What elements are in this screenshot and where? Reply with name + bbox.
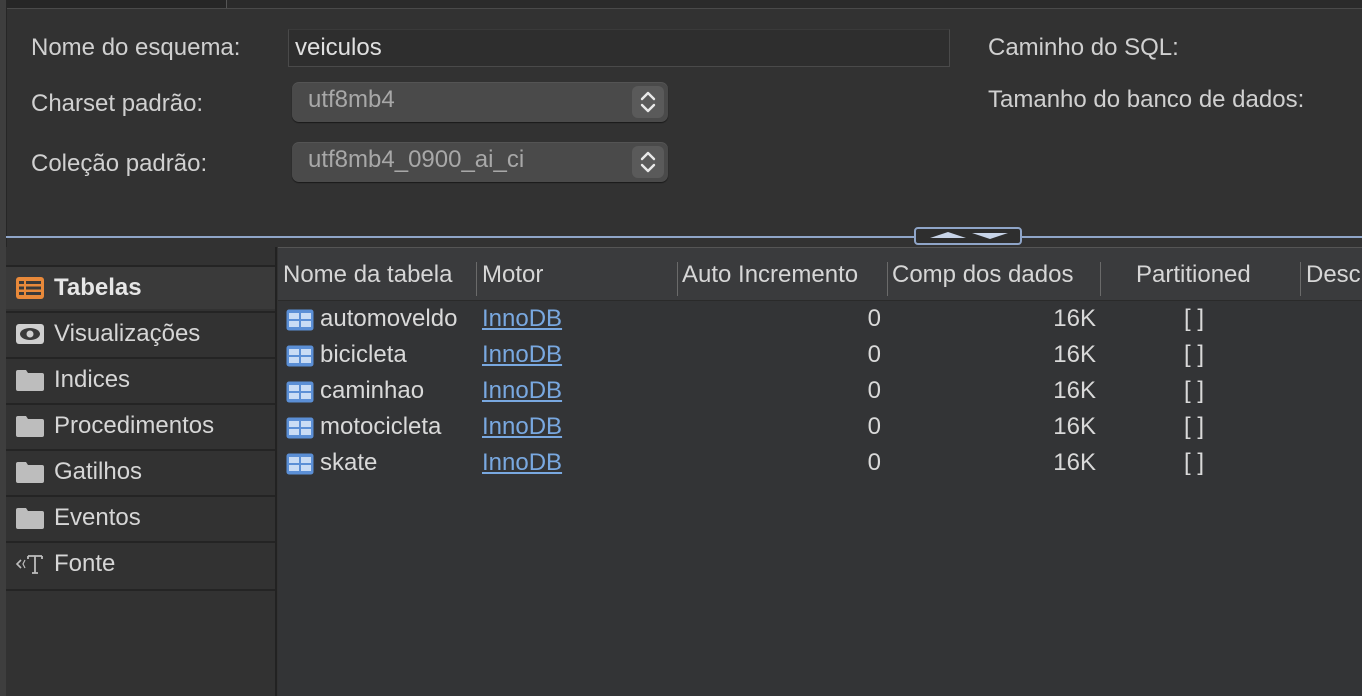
data-length-cell: 16K	[1053, 341, 1096, 368]
charset-label: Charset padrão:	[31, 90, 204, 117]
db-size-label: Tamanho do banco de dados:	[988, 86, 1305, 113]
column-header-auto-increment[interactable]: Auto Incremento	[682, 261, 858, 289]
data-length-cell: 16K	[1053, 305, 1096, 332]
data-length-cell: 16K	[1053, 449, 1096, 476]
data-length-cell: 16K	[1053, 377, 1096, 404]
sidebar-item-label: Gatilhos	[54, 458, 143, 485]
table-name-cell: skate	[320, 449, 378, 476]
table-row[interactable]: caminhao InnoDB 0 16K [ ]	[278, 374, 1362, 410]
schema-name-label: Nome do esquema:	[31, 34, 241, 61]
sidebar-item-gatilhos[interactable]: Gatilhos	[6, 449, 275, 493]
eye-icon	[16, 324, 44, 344]
column-divider[interactable]	[887, 262, 888, 296]
table-row[interactable]: automoveldo InnoDB 0 16K [ ]	[278, 302, 1362, 338]
sidebar-item-label: Procedimentos	[54, 412, 215, 439]
splitter-arrows-icon	[930, 232, 1008, 239]
splitter-line[interactable]	[6, 236, 1362, 238]
column-header-partitioned[interactable]: Partitioned	[1136, 261, 1251, 289]
sidebar-item-label: Tabelas	[54, 274, 142, 301]
table-icon	[286, 345, 314, 367]
auto-increment-cell: 0	[867, 449, 881, 476]
table-name-cell: automoveldo	[320, 305, 458, 332]
partitioned-cell: [ ]	[1184, 377, 1205, 404]
folder-icon	[16, 416, 44, 437]
sidebar-item-label: Fonte	[54, 550, 116, 577]
collation-value: utf8mb4_0900_ai_ci	[308, 146, 525, 173]
column-divider[interactable]	[1300, 262, 1301, 296]
table-row[interactable]: bicicleta InnoDB 0 16K [ ]	[278, 338, 1362, 374]
sidebar-item-fonte[interactable]: Fonte	[6, 541, 275, 585]
auto-increment-cell: 0	[867, 413, 881, 440]
table-name-cell: motocicleta	[320, 413, 442, 440]
engine-link[interactable]: InnoDB	[482, 449, 562, 477]
table-icon	[286, 381, 314, 403]
column-header-name[interactable]: Nome da tabela	[283, 261, 452, 289]
source-text-icon	[15, 555, 43, 574]
partitioned-cell: [ ]	[1184, 449, 1205, 476]
data-length-cell: 16K	[1053, 413, 1096, 440]
sidebar-divider	[6, 589, 275, 591]
table-icon	[286, 453, 314, 475]
sidebar-item-indices[interactable]: Indices	[6, 357, 275, 401]
folder-icon	[16, 508, 44, 529]
table-name-cell: bicicleta	[320, 341, 407, 368]
column-header-description[interactable]: Desc	[1306, 261, 1361, 289]
charset-select[interactable]: utf8mb4	[292, 82, 668, 122]
auto-increment-cell: 0	[867, 377, 881, 404]
partitioned-cell: [ ]	[1184, 413, 1205, 440]
engine-link[interactable]: InnoDB	[482, 413, 562, 441]
column-divider[interactable]	[677, 262, 678, 296]
engine-link[interactable]: InnoDB	[482, 377, 562, 405]
tab-bar	[0, 0, 1362, 9]
table-row[interactable]: motocicleta InnoDB 0 16K [ ]	[278, 410, 1362, 446]
schema-name-input[interactable]	[288, 29, 950, 67]
updown-chevron-icon	[632, 146, 664, 178]
sidebar-item-label: Indices	[54, 366, 131, 393]
partitioned-cell: [ ]	[1184, 341, 1205, 368]
column-header-engine[interactable]: Motor	[482, 261, 543, 289]
tables-grid: Nome da tabela Motor Auto Incremento Com…	[278, 247, 1362, 696]
table-list-icon	[16, 277, 44, 299]
tab-edge[interactable]	[0, 0, 227, 8]
folder-icon	[16, 370, 44, 391]
table-row[interactable]: skate InnoDB 0 16K [ ]	[278, 446, 1362, 482]
table-icon	[286, 417, 314, 439]
table-header: Nome da tabela Motor Auto Incremento Com…	[278, 247, 1362, 301]
splitter-handle[interactable]	[914, 227, 1022, 245]
sidebar-item-label: Eventos	[54, 504, 141, 531]
collation-label: Coleção padrão:	[31, 150, 208, 177]
charset-value: utf8mb4	[308, 86, 395, 113]
sidebar-item-eventos[interactable]: Eventos	[6, 495, 275, 539]
auto-increment-cell: 0	[867, 341, 881, 368]
engine-link[interactable]: InnoDB	[482, 305, 562, 333]
schema-editor-window: Nome do esquema: Charset padrão: utf8mb4…	[0, 0, 1362, 696]
sidebar-item-visualizacoes[interactable]: Visualizações	[6, 311, 275, 355]
engine-link[interactable]: InnoDB	[482, 341, 562, 369]
updown-chevron-icon	[632, 86, 664, 118]
column-header-data-length[interactable]: Comp dos dados	[892, 261, 1073, 289]
object-type-sidebar: Tabelas Visualizações Indices Procedimen…	[6, 247, 277, 696]
sidebar-item-tabelas[interactable]: Tabelas	[6, 265, 275, 309]
collation-select[interactable]: utf8mb4_0900_ai_ci	[292, 142, 668, 182]
sidebar-item-procedimentos[interactable]: Procedimentos	[6, 403, 275, 447]
table-name-cell: caminhao	[320, 377, 425, 404]
sql-path-label: Caminho do SQL:	[988, 34, 1179, 61]
table-icon	[286, 309, 314, 331]
folder-icon	[16, 462, 44, 483]
column-divider[interactable]	[476, 262, 477, 296]
partitioned-cell: [ ]	[1184, 305, 1205, 332]
column-divider[interactable]	[1100, 262, 1101, 296]
auto-increment-cell: 0	[867, 305, 881, 332]
sidebar-item-label: Visualizações	[54, 320, 201, 347]
